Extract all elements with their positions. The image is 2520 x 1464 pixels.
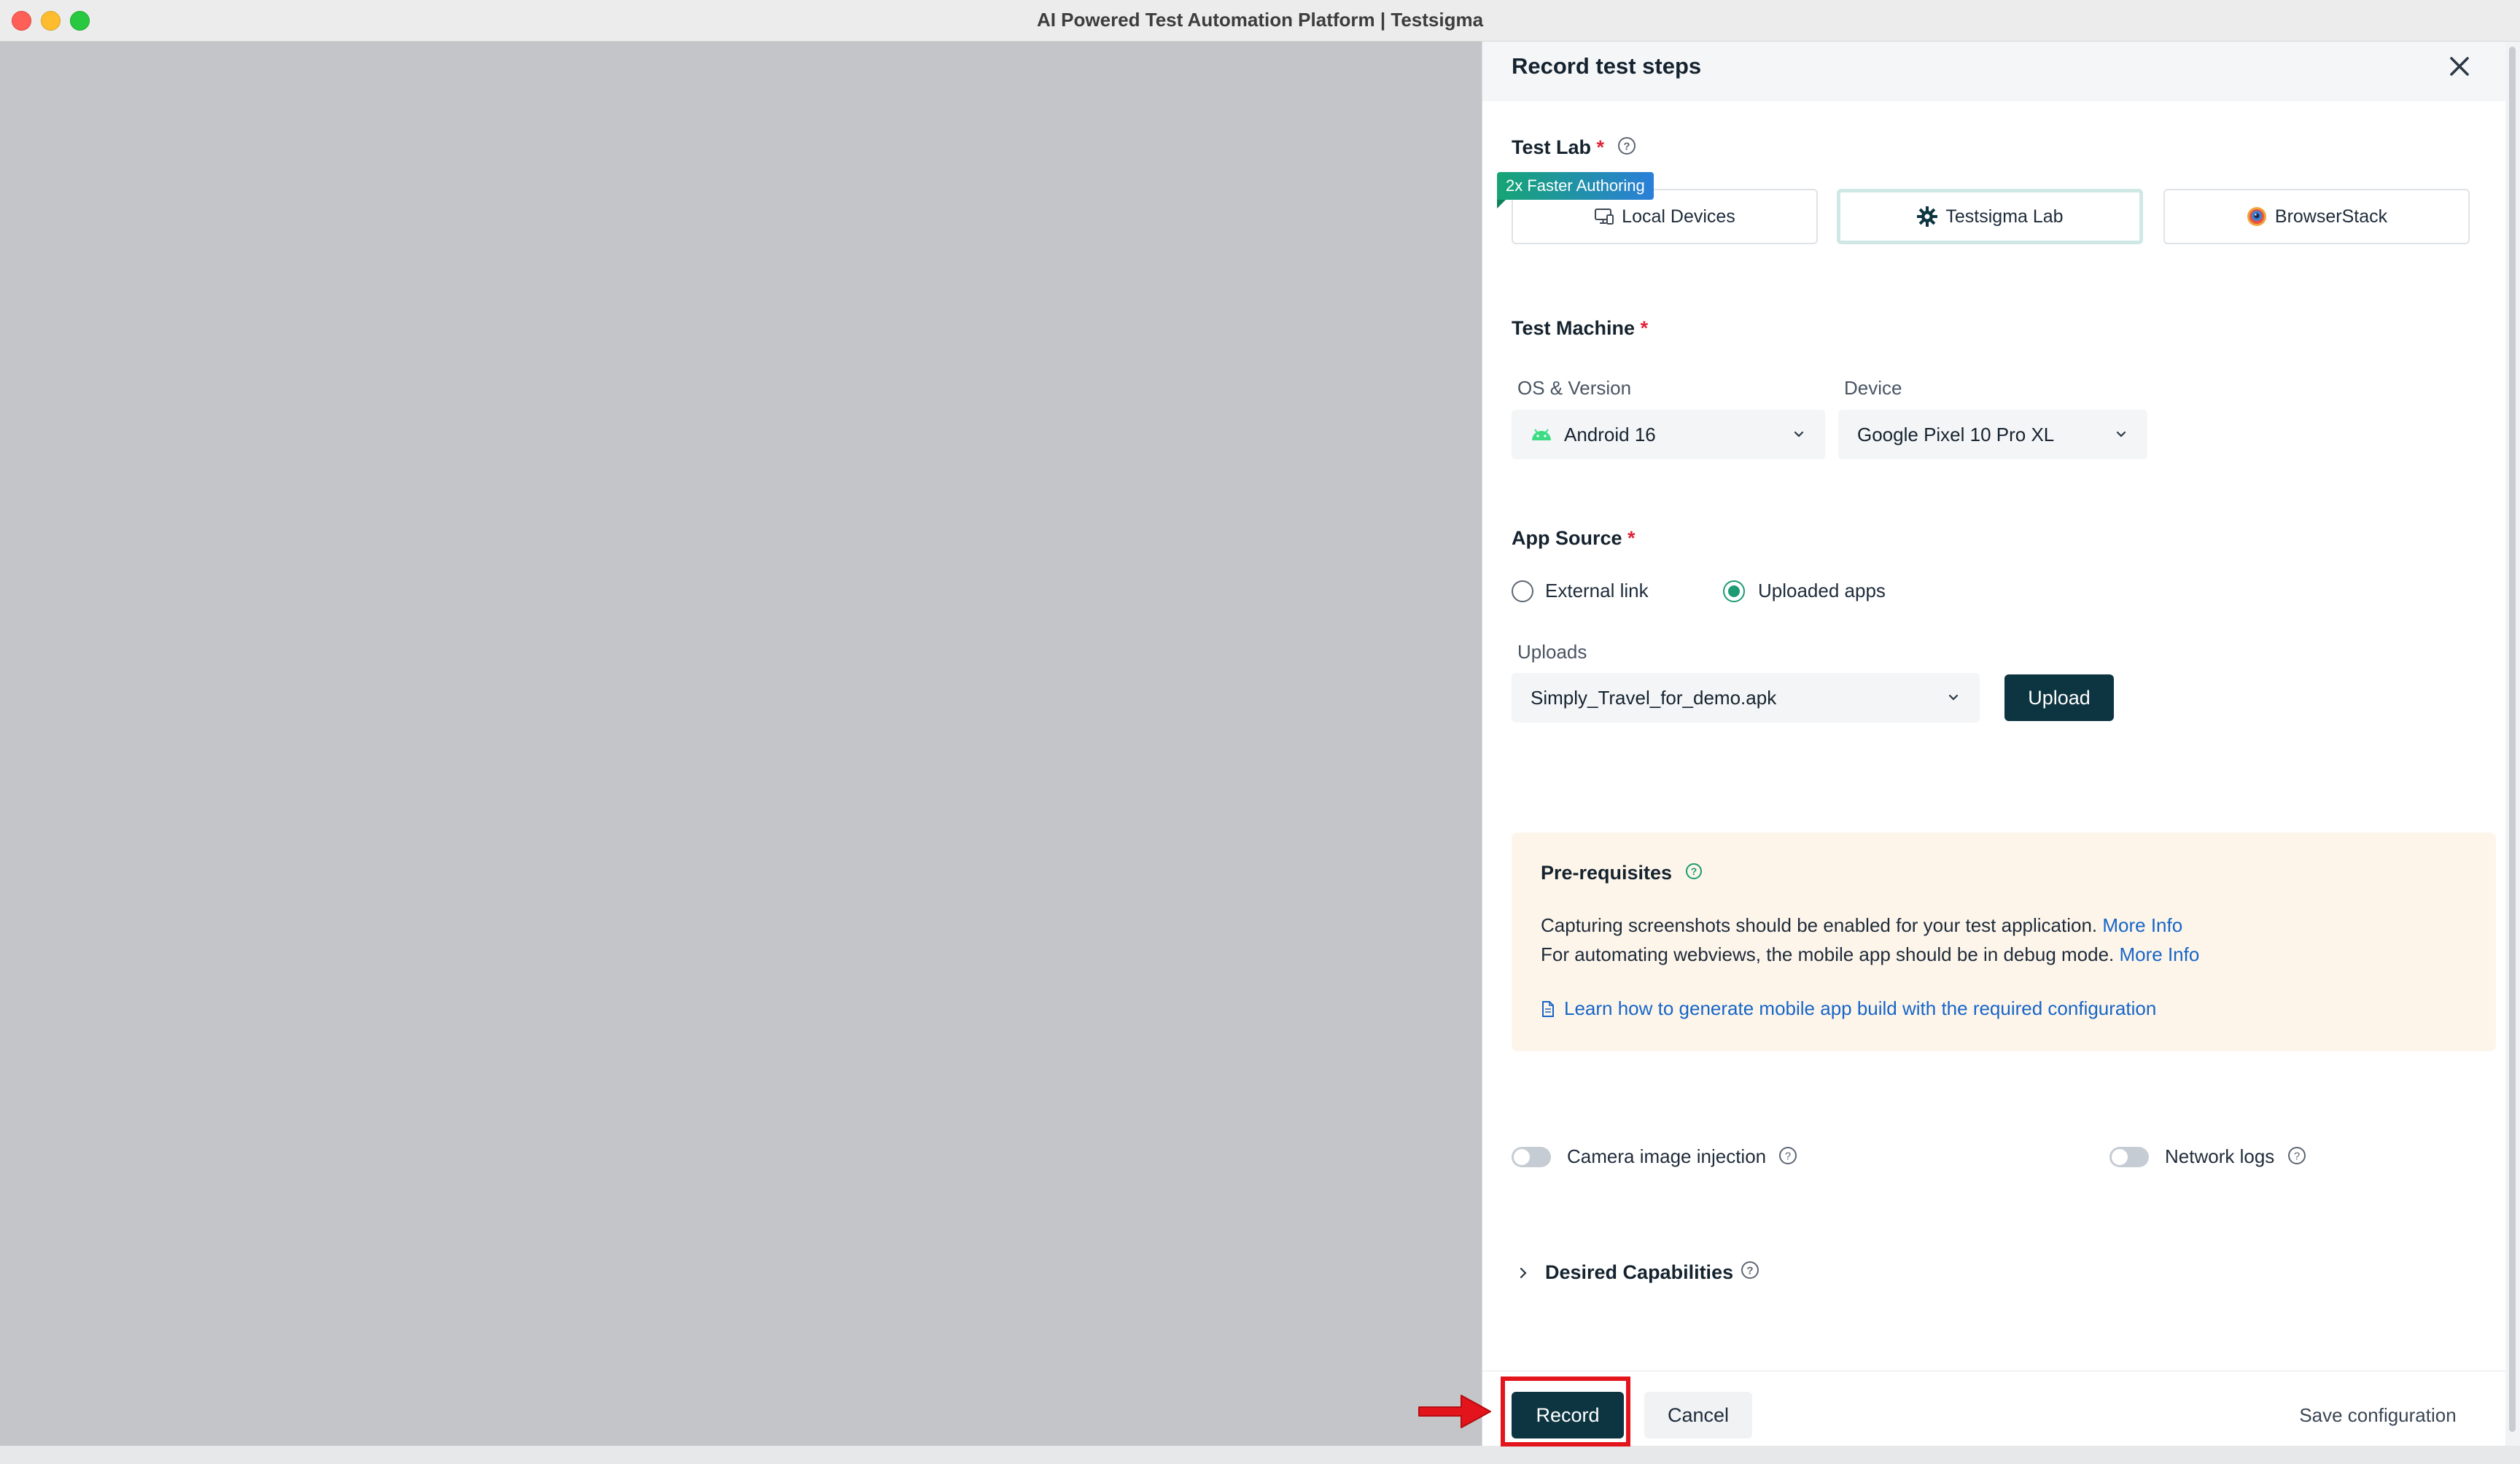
chevron-down-icon <box>1794 431 1804 437</box>
record-highlight-box <box>1501 1377 1630 1447</box>
network-logs-label: Network logs ? <box>2165 1145 2306 1170</box>
camera-injection-text: Camera image injection <box>1567 1145 1767 1167</box>
android-icon <box>1531 427 1552 442</box>
network-logs-text: Network logs <box>2165 1145 2275 1167</box>
app-source-label: App Source * <box>1512 527 1636 550</box>
uploads-value: Simply_Travel_for_demo.apk <box>1531 686 1777 709</box>
required-marker: * <box>1596 136 1605 158</box>
window-title: AI Powered Test Automation Platform | Te… <box>1036 9 1484 31</box>
svg-text:?: ? <box>2293 1150 2299 1162</box>
prerequisites-title: Pre-requisites ? <box>1541 862 1703 885</box>
device-select[interactable]: Google Pixel 10 Pro XL <box>1838 410 2147 459</box>
help-icon[interactable]: ? <box>1741 1261 1759 1285</box>
testsigma-lab-option[interactable]: Testsigma Lab <box>1837 189 2143 244</box>
more-info-link[interactable]: More Info <box>2120 943 2200 965</box>
uploaded-apps-label: Uploaded apps <box>1758 580 1886 601</box>
camera-injection-label: Camera image injection ? <box>1567 1145 1797 1170</box>
more-info-link[interactable]: More Info <box>2102 914 2182 936</box>
svg-text:?: ? <box>1747 1265 1754 1277</box>
window-bottom-strip <box>0 1446 2520 1464</box>
desired-capabilities-label: Desired Capabilities <box>1545 1261 1734 1283</box>
network-logs-toggle[interactable] <box>2109 1147 2149 1167</box>
test-lab-label-text: Test Lab <box>1512 136 1592 158</box>
svg-text:?: ? <box>1690 865 1697 877</box>
chevron-down-icon <box>1948 694 1959 701</box>
chevron-right-icon <box>1520 1267 1527 1278</box>
learn-build-link[interactable]: Learn how to generate mobile app build w… <box>1541 997 2156 1020</box>
uploads-label: Uploads <box>1517 641 1587 663</box>
desired-capabilities-toggle[interactable]: Desired Capabilities ? <box>1516 1261 1759 1285</box>
uploaded-apps-radio[interactable] <box>1723 580 1745 602</box>
browserstack-option[interactable]: BrowserStack <box>2163 189 2470 244</box>
record-test-steps-panel: Record test steps Test Lab * ? Local Dev… <box>1482 42 2506 1446</box>
app-source-label-text: App Source <box>1512 527 1622 549</box>
device-label: Device <box>1844 377 1902 399</box>
upload-button[interactable]: Upload <box>2004 674 2114 721</box>
prerequisite-webviews-text: For automating webviews, the mobile app … <box>1541 943 2115 965</box>
camera-injection-toggle[interactable] <box>1512 1147 1551 1167</box>
browserstack-label: BrowserStack <box>2274 206 2388 227</box>
help-icon[interactable]: ? <box>2287 1146 2306 1170</box>
svg-text:?: ? <box>1785 1150 1791 1162</box>
required-marker: * <box>1628 527 1636 549</box>
external-link-radio[interactable] <box>1512 580 1533 602</box>
chevron-down-icon <box>2116 431 2126 437</box>
os-version-label: OS & Version <box>1517 377 1632 399</box>
panel-title: Record test steps <box>1512 53 1702 79</box>
panel-header: Record test steps <box>1482 42 2506 101</box>
close-panel-button[interactable] <box>2442 49 2477 84</box>
test-machine-label: Test Machine * <box>1512 317 1648 340</box>
window-titlebar: AI Powered Test Automation Platform | Te… <box>0 0 2520 42</box>
prerequisites-box: Pre-requisites ? Capturing screenshots s… <box>1512 833 2496 1051</box>
testsigma-lab-label: Testsigma Lab <box>1945 206 2064 227</box>
external-link-label: External link <box>1545 580 1649 601</box>
arrow-icon <box>1418 1395 1491 1428</box>
monitor-icon <box>1594 207 1614 226</box>
prerequisites-title-text: Pre-requisites <box>1541 862 1673 884</box>
faster-authoring-badge: 2x Faster Authoring <box>1497 172 1654 200</box>
test-machine-label-text: Test Machine <box>1512 317 1636 339</box>
help-icon[interactable]: ? <box>1778 1146 1797 1170</box>
dimmed-backdrop[interactable] <box>0 42 1482 1446</box>
document-icon <box>1542 1000 1554 1017</box>
test-lab-label: Test Lab * ? <box>1512 136 1636 160</box>
save-configuration-button[interactable]: Save configuration <box>2261 1392 2494 1438</box>
badge-tail <box>1497 200 1506 209</box>
prerequisite-screenshots-text: Capturing screenshots should be enabled … <box>1541 914 2098 936</box>
uploads-select[interactable]: Simply_Travel_for_demo.apk <box>1512 673 1980 723</box>
gear-icon <box>1916 206 1938 227</box>
learn-build-link-text: Learn how to generate mobile app build w… <box>1564 997 2157 1019</box>
help-icon[interactable]: ? <box>1685 863 1703 885</box>
os-version-select[interactable]: Android 16 <box>1512 410 1825 459</box>
browserstack-icon <box>2246 206 2268 227</box>
device-value: Google Pixel 10 Pro XL <box>1857 423 2055 445</box>
os-version-value: Android 16 <box>1564 423 1656 445</box>
scrollbar-thumb[interactable] <box>2509 47 2516 1432</box>
help-icon[interactable]: ? <box>1617 136 1636 160</box>
prerequisite-screenshots: Capturing screenshots should be enabled … <box>1541 914 2182 937</box>
required-marker: * <box>1640 317 1649 339</box>
close-icon <box>2450 57 2469 76</box>
local-devices-label: Local Devices <box>1622 206 1735 227</box>
cancel-button[interactable]: Cancel <box>1644 1392 1752 1438</box>
svg-text:?: ? <box>1623 141 1630 153</box>
prerequisite-webviews: For automating webviews, the mobile app … <box>1541 943 2199 966</box>
